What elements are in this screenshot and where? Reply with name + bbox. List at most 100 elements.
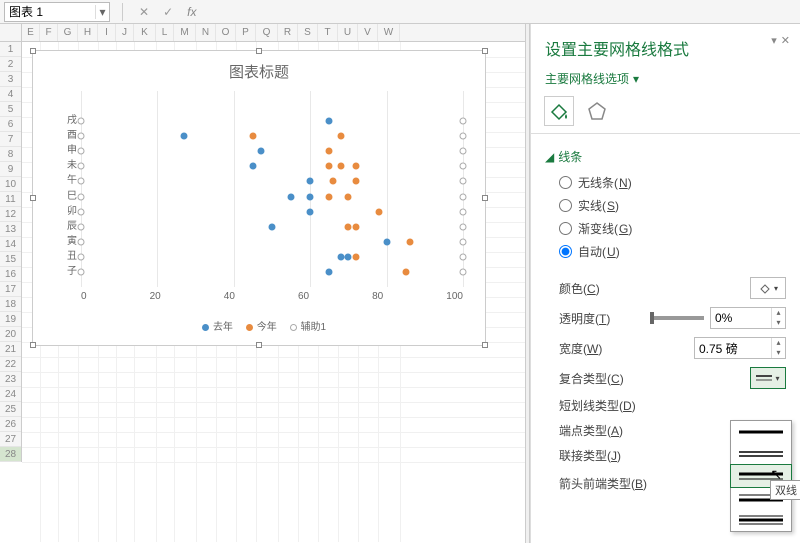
row-header[interactable]: 1 [0,42,21,57]
row-header[interactable]: 2 [0,57,21,72]
data-point[interactable] [249,163,256,170]
data-point[interactable] [249,133,256,140]
row-header[interactable]: 17 [0,282,21,297]
col-header[interactable]: J [116,24,134,41]
name-box-dropdown-icon[interactable]: ▾ [95,5,109,19]
data-point[interactable] [353,223,360,230]
data-point[interactable] [345,253,352,260]
compound-type-dropdown[interactable] [730,420,792,532]
data-point[interactable] [337,133,344,140]
radio-auto-line[interactable]: 自动(U) [545,240,786,263]
data-point[interactable] [353,178,360,185]
col-header[interactable]: V [358,24,378,41]
chart-title[interactable]: 图表标题 [33,51,485,82]
cancel-icon[interactable]: ✕ [135,5,153,19]
col-header[interactable]: F [40,24,58,41]
embedded-chart[interactable]: 图表标题 戌酉申未午巳辰卯寅丑子 020406080100 去年 今年 辅助1 [32,50,486,346]
data-point[interactable] [78,163,85,170]
data-point[interactable] [78,133,85,140]
row-header[interactable]: 10 [0,177,21,192]
data-point[interactable] [383,238,390,245]
radio-no-line[interactable]: 无线条(N) [545,171,786,194]
row-header[interactable]: 20 [0,327,21,342]
col-header[interactable]: K [134,24,156,41]
data-point[interactable] [460,253,467,260]
col-header[interactable]: H [78,24,98,41]
col-header[interactable]: W [378,24,400,41]
data-point[interactable] [78,223,85,230]
pane-options-dropdown[interactable]: 主要网格线选项 ▾ [531,64,800,93]
row-header[interactable]: 7 [0,132,21,147]
data-point[interactable] [460,178,467,185]
row-header[interactable]: 8 [0,147,21,162]
data-point[interactable] [78,253,85,260]
resize-handle[interactable] [482,195,488,201]
data-point[interactable] [460,238,467,245]
data-point[interactable] [460,193,467,200]
radio-gradient-line[interactable]: 渐变线(G) [545,217,786,240]
data-point[interactable] [269,223,276,230]
data-point[interactable] [337,163,344,170]
resize-handle[interactable] [30,342,36,348]
data-point[interactable] [326,148,333,155]
data-point[interactable] [78,193,85,200]
data-point[interactable] [402,268,409,275]
resize-handle[interactable] [256,342,262,348]
spin-up-icon[interactable]: ▴ [772,308,785,318]
compound-type-button[interactable]: ▾ [750,367,786,389]
row-header[interactable]: 12 [0,207,21,222]
data-point[interactable] [460,163,467,170]
data-point[interactable] [78,208,85,215]
col-header[interactable]: G [58,24,78,41]
row-header[interactable]: 27 [0,432,21,447]
select-all-corner[interactable] [0,24,22,41]
col-header[interactable]: L [156,24,174,41]
row-header[interactable]: 13 [0,222,21,237]
width-input[interactable]: ▴▾ [694,337,786,359]
row-header[interactable]: 15 [0,252,21,267]
row-header[interactable]: 16 [0,267,21,282]
data-point[interactable] [330,178,337,185]
row-header[interactable]: 19 [0,312,21,327]
row-header[interactable]: 24 [0,387,21,402]
data-point[interactable] [326,268,333,275]
data-point[interactable] [78,118,85,125]
data-point[interactable] [460,268,467,275]
data-point[interactable] [353,163,360,170]
data-point[interactable] [345,193,352,200]
worksheet[interactable]: EFGHIJKLMNOPQRSTUVW 12345678910111213141… [0,24,525,543]
resize-handle[interactable] [30,195,36,201]
resize-handle[interactable] [482,342,488,348]
col-header[interactable]: S [298,24,318,41]
slider-knob[interactable] [650,312,654,324]
transparency-input[interactable]: ▴▾ [710,307,786,329]
row-header[interactable]: 28 [0,447,21,462]
row-header[interactable]: 26 [0,417,21,432]
data-point[interactable] [460,133,467,140]
row-header[interactable]: 5 [0,102,21,117]
col-header[interactable]: M [174,24,196,41]
data-point[interactable] [326,193,333,200]
col-header[interactable]: I [98,24,116,41]
data-point[interactable] [345,223,352,230]
data-point[interactable] [337,253,344,260]
compound-option-triple[interactable] [731,509,791,531]
compound-option-double[interactable] [731,443,791,465]
resize-handle[interactable] [30,48,36,54]
data-point[interactable] [460,223,467,230]
col-header[interactable]: E [22,24,40,41]
name-box-input[interactable] [5,3,95,21]
row-header[interactable]: 3 [0,72,21,87]
close-icon[interactable]: ✕ [781,34,790,47]
data-point[interactable] [288,193,295,200]
row-header[interactable]: 6 [0,117,21,132]
tab-fill-line[interactable] [545,97,573,125]
col-header[interactable]: N [196,24,216,41]
data-point[interactable] [375,208,382,215]
data-point[interactable] [307,193,314,200]
fx-icon[interactable]: fx [183,5,200,19]
data-point[interactable] [78,268,85,275]
row-header[interactable]: 23 [0,372,21,387]
spin-down-icon[interactable]: ▾ [772,348,785,358]
col-header[interactable]: O [216,24,236,41]
